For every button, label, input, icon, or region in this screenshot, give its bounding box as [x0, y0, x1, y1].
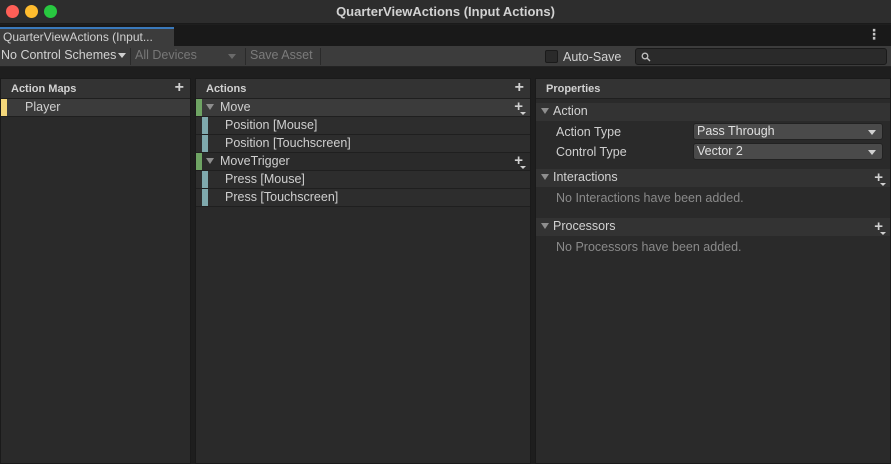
- chevron-down-icon: [228, 54, 236, 59]
- binding-marker: [202, 171, 208, 188]
- control-schemes-label: No Control Schemes: [1, 48, 117, 62]
- tab-strip: QuarterViewActions (Input... ⋮: [0, 25, 891, 46]
- action-map-item-player[interactable]: Player: [1, 99, 190, 117]
- action-map-label: Player: [25, 100, 61, 114]
- action-map-marker: [1, 99, 7, 116]
- chevron-down-icon: [868, 130, 876, 135]
- interactions-section-label: Interactions: [553, 170, 618, 184]
- collapse-triangle-icon[interactable]: [541, 222, 549, 229]
- binding-marker: [202, 117, 208, 134]
- action-marker: [196, 153, 202, 170]
- control-type-dropdown[interactable]: Vector 2: [693, 143, 883, 160]
- save-asset-button[interactable]: Save Asset: [245, 48, 321, 65]
- auto-save-toggle[interactable]: Auto-Save: [545, 48, 621, 65]
- devices-label: All Devices: [135, 48, 197, 62]
- binding-item[interactable]: Position [Mouse]: [196, 117, 530, 135]
- binding-marker: [202, 135, 208, 152]
- add-processor-button[interactable]: +: [874, 219, 886, 235]
- add-interaction-button[interactable]: +: [874, 170, 886, 186]
- interactions-section-header[interactable]: Interactions +: [536, 169, 890, 187]
- action-type-dropdown[interactable]: Pass Through: [693, 123, 883, 140]
- action-section-label: Action: [553, 104, 588, 118]
- add-binding-button[interactable]: +: [514, 153, 526, 169]
- binding-label: Position [Mouse]: [225, 118, 318, 132]
- auto-save-checkbox[interactable]: [545, 50, 558, 63]
- action-item-movetrigger[interactable]: MoveTrigger +: [196, 153, 530, 171]
- control-type-row: Control Type Vector 2: [536, 141, 890, 161]
- add-binding-button[interactable]: +: [514, 99, 526, 115]
- binding-label: Position [Touchscreen]: [225, 136, 351, 150]
- binding-item[interactable]: Position [Touchscreen]: [196, 135, 530, 153]
- expand-triangle-icon[interactable]: [206, 157, 214, 164]
- actions-pane: Actions + Move + Position [Mouse] Positi…: [195, 78, 531, 464]
- search-input[interactable]: [635, 48, 887, 65]
- chevron-down-icon: [868, 150, 876, 155]
- properties-title: Properties: [546, 83, 601, 95]
- binding-label: Press [Touchscreen]: [225, 190, 339, 204]
- processors-empty-note: No Processors have been added.: [556, 240, 742, 254]
- search-icon: [641, 52, 651, 62]
- tab-quarterviewactions[interactable]: QuarterViewActions (Input...: [0, 27, 174, 46]
- binding-item[interactable]: Press [Touchscreen]: [196, 189, 530, 207]
- processors-section-label: Processors: [553, 219, 616, 233]
- devices-dropdown[interactable]: All Devices: [130, 48, 240, 65]
- action-maps-title: Action Maps: [11, 83, 77, 95]
- action-type-label: Action Type: [556, 125, 622, 139]
- actions-header: Actions +: [196, 79, 530, 99]
- action-item-move[interactable]: Move +: [196, 99, 530, 117]
- control-type-label: Control Type: [556, 145, 627, 159]
- add-action-map-button[interactable]: +: [175, 80, 184, 96]
- action-label: Move: [220, 100, 251, 114]
- binding-item[interactable]: Press [Mouse]: [196, 171, 530, 189]
- properties-pane: Properties Action Action Type Pass Throu…: [535, 78, 891, 464]
- processors-section-header[interactable]: Processors +: [536, 218, 890, 236]
- binding-label: Press [Mouse]: [225, 172, 305, 186]
- binding-marker: [202, 189, 208, 206]
- toolbar: No Control Schemes All Devices Save Asse…: [0, 46, 891, 67]
- window-title: QuarterViewActions (Input Actions): [336, 4, 555, 19]
- interactions-empty-note: No Interactions have been added.: [556, 191, 744, 205]
- auto-save-label: Auto-Save: [563, 49, 622, 64]
- expand-triangle-icon[interactable]: [206, 103, 214, 110]
- collapse-triangle-icon[interactable]: [541, 107, 549, 114]
- add-action-button[interactable]: +: [515, 80, 524, 96]
- action-marker: [196, 99, 202, 116]
- control-schemes-dropdown[interactable]: No Control Schemes: [1, 48, 127, 65]
- control-type-value: Vector 2: [697, 144, 743, 158]
- chevron-down-icon: [118, 53, 127, 59]
- title-bar: QuarterViewActions (Input Actions): [0, 0, 891, 24]
- action-maps-header: Action Maps +: [1, 79, 190, 99]
- properties-header: Properties: [536, 79, 890, 99]
- action-label: MoveTrigger: [220, 154, 290, 168]
- collapse-triangle-icon[interactable]: [541, 173, 549, 180]
- action-maps-pane: Action Maps + Player: [0, 78, 191, 464]
- more-options-icon[interactable]: ⋮: [867, 27, 881, 41]
- action-section-header[interactable]: Action: [536, 103, 890, 121]
- action-type-value: Pass Through: [697, 124, 775, 138]
- actions-title: Actions: [206, 83, 247, 95]
- action-type-row: Action Type Pass Through: [536, 121, 890, 141]
